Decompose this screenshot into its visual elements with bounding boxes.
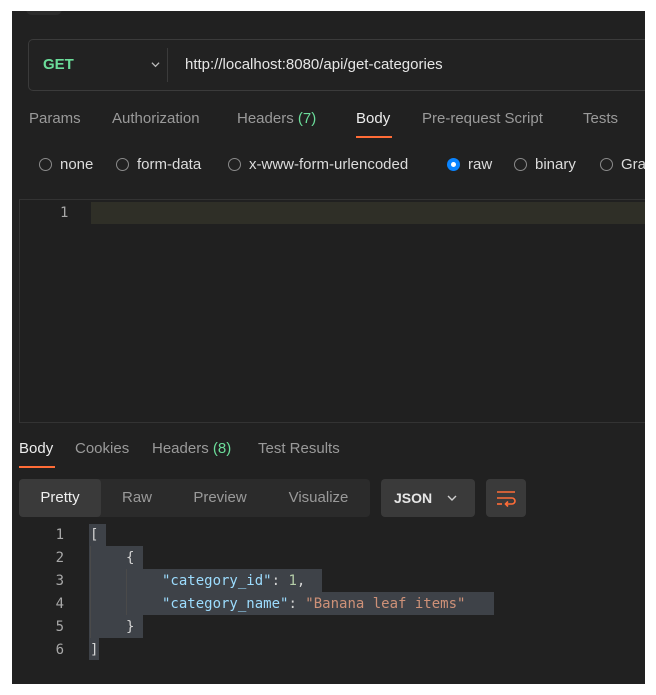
- response-tab-headers-label: Headers: [152, 440, 209, 457]
- top-tab-stub: [26, 11, 62, 15]
- json-key: "category_name": [162, 596, 289, 612]
- code-line: ]: [90, 642, 99, 658]
- view-preview-button[interactable]: Preview: [173, 479, 267, 517]
- url-input[interactable]: http://localhost:8080/api/get-categories: [185, 40, 443, 90]
- view-visualize-button[interactable]: Visualize: [267, 479, 370, 517]
- radio-label: Gra: [621, 156, 645, 173]
- code-line: [: [90, 527, 99, 543]
- json-colon: :: [288, 596, 306, 612]
- code-line: "category_name": "Banana leaf items": [162, 596, 465, 612]
- view-mode-switcher: Pretty Raw Preview Visualize: [19, 479, 370, 517]
- code-line: }: [126, 619, 135, 635]
- wrap-lines-icon: [497, 491, 516, 508]
- tab-pre-request-script[interactable]: Pre-request Script: [422, 109, 543, 129]
- line-number: 6: [55, 642, 64, 658]
- line-number: 3: [55, 573, 64, 589]
- json-key: "category_id": [162, 573, 272, 589]
- view-raw-button[interactable]: Raw: [101, 479, 173, 517]
- current-line-highlight[interactable]: [91, 202, 645, 224]
- line-number: 5: [55, 619, 64, 635]
- response-tab-headers[interactable]: Headers (8): [152, 439, 231, 459]
- tab-params[interactable]: Params: [29, 109, 81, 129]
- indent-guide: [126, 569, 127, 615]
- tab-tests[interactable]: Tests: [583, 109, 618, 129]
- radio-circle[interactable]: [39, 158, 52, 171]
- json-string: "Banana leaf items": [305, 596, 466, 612]
- radio-label: raw: [468, 156, 493, 173]
- line-number: 1: [60, 205, 69, 221]
- request-url-bar: GET http://localhost:8080/api/get-catego…: [28, 39, 645, 91]
- code-line: "category_id": 1,: [162, 573, 305, 589]
- chevron-down-icon: [447, 495, 457, 501]
- response-tab-body[interactable]: Body: [19, 439, 53, 459]
- wrap-lines-button[interactable]: [486, 479, 526, 517]
- radio-circle[interactable]: [514, 158, 527, 171]
- line-number: 2: [55, 550, 64, 566]
- response-tab-cookies[interactable]: Cookies: [75, 439, 129, 459]
- radio-circle[interactable]: [116, 158, 129, 171]
- json-colon: :: [271, 573, 289, 589]
- selection-highlight: [89, 546, 143, 569]
- chevron-down-icon[interactable]: [151, 60, 160, 69]
- request-body-editor[interactable]: 1: [19, 199, 645, 423]
- active-response-tab-indicator: [19, 466, 55, 468]
- format-select[interactable]: JSON: [381, 479, 475, 517]
- format-label: JSON: [394, 490, 433, 506]
- tab-headers-label: Headers: [237, 110, 294, 127]
- radio-circle[interactable]: [600, 158, 613, 171]
- selection-highlight: [89, 615, 143, 638]
- body-type-options: none form-data x-www-form-urlencoded raw…: [12, 154, 645, 178]
- postman-window: GET http://localhost:8080/api/get-catego…: [12, 11, 645, 684]
- tab-headers[interactable]: Headers (7): [237, 109, 316, 129]
- json-comma: ,: [296, 573, 306, 589]
- active-tab-indicator: [356, 136, 392, 138]
- response-tab-test-results[interactable]: Test Results: [258, 439, 340, 459]
- method-select[interactable]: GET: [43, 40, 74, 90]
- radio-label: none: [60, 156, 94, 173]
- url-divider: [167, 48, 168, 82]
- tab-authorization[interactable]: Authorization: [112, 109, 200, 129]
- response-tabs: Body Cookies Headers (8) Test Results: [12, 439, 645, 473]
- view-pretty-button[interactable]: Pretty: [19, 479, 101, 517]
- radio-label: binary: [535, 156, 576, 173]
- response-body-viewer[interactable]: 1 2 3 4 5 6 [ { "category_id": 1, "categ…: [12, 524, 645, 674]
- json-number: 1: [288, 573, 297, 589]
- tab-headers-count: (7): [297, 110, 317, 127]
- radio-label: form-data: [137, 156, 202, 173]
- radio-label: x-www-form-urlencoded: [249, 156, 409, 173]
- tab-body[interactable]: Body: [356, 109, 390, 129]
- radio-circle[interactable]: [228, 158, 241, 171]
- code-line: {: [126, 550, 135, 566]
- line-number: 1: [55, 527, 64, 543]
- line-number: 4: [55, 596, 64, 612]
- response-tab-headers-count: (8): [212, 440, 232, 457]
- indent-guide: [90, 546, 91, 638]
- radio-circle-selected[interactable]: [447, 158, 460, 171]
- request-tabs: Params Authorization Headers (7) Body Pr…: [12, 109, 645, 143]
